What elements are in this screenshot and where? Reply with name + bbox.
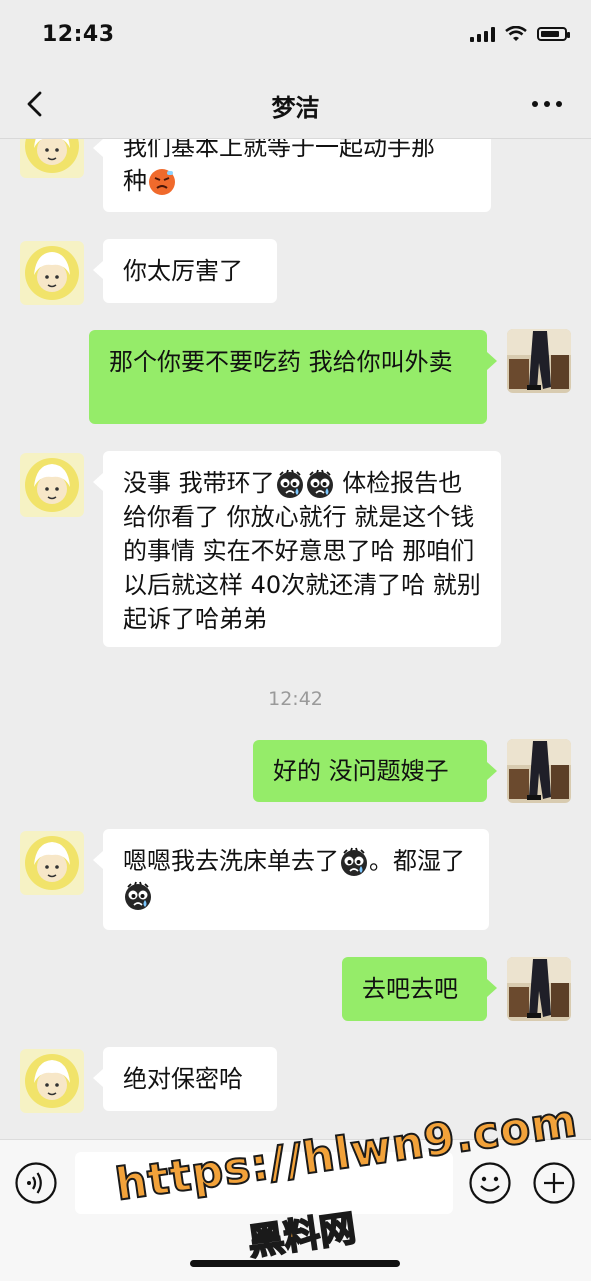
message-bubble-incoming[interactable]: 没事 我带环了 体检报告也给你看了 你放心就行 就是这个钱的事情 实在不好意思了… [93, 451, 501, 647]
crying-face-icon [305, 469, 335, 499]
message-text: 嗯嗯我去洗床单去了 [123, 847, 339, 875]
wifi-icon [505, 26, 527, 41]
message-list[interactable]: 我们基本上就等于一起动手那 种 你太厉害了 那个你要不要吃药 我给你叫外卖 没事… [0, 139, 591, 1139]
home-indicator[interactable] [190, 1260, 400, 1267]
crying-face-icon [123, 881, 153, 911]
message-text: 没事 我带环了 [123, 469, 275, 497]
message-text: 去吧去吧 [362, 975, 458, 1003]
message-bubble-incoming[interactable]: 绝对保密哈 [93, 1047, 277, 1111]
my-avatar[interactable] [507, 329, 571, 393]
nav-bar: 梦洁 [0, 70, 591, 139]
my-avatar[interactable] [507, 957, 571, 1021]
plus-icon[interactable] [532, 1161, 576, 1205]
battery-icon [537, 27, 570, 41]
contact-avatar[interactable] [20, 453, 84, 517]
status-icons [470, 26, 570, 42]
crying-face-icon [339, 847, 369, 877]
message-text: 那个你要不要吃药 我给你叫外卖 [109, 348, 453, 376]
crying-face-icon [275, 469, 305, 499]
message-bubble-outgoing[interactable]: 去吧去吧 [342, 957, 497, 1021]
voice-icon[interactable] [14, 1161, 58, 1205]
contact-avatar[interactable] [20, 831, 84, 895]
cellular-signal-icon [470, 26, 495, 42]
message-text: 我们基本上就等于一起动手那 [123, 139, 435, 161]
message-text: 你太厉害了 [123, 257, 243, 285]
chat-title: 梦洁 [271, 94, 320, 122]
contact-avatar[interactable] [20, 241, 84, 305]
status-bar: 12:43 [0, 0, 591, 70]
contact-avatar[interactable] [20, 1049, 84, 1113]
message-text: 好的 没问题嫂子 [273, 757, 449, 785]
message-text: 绝对保密哈 [123, 1065, 243, 1093]
contact-avatar[interactable] [20, 139, 84, 178]
message-text: 种 [123, 167, 147, 195]
message-bubble-outgoing[interactable]: 那个你要不要吃药 我给你叫外卖 [89, 330, 497, 424]
message-bubble-incoming[interactable]: 你太厉害了 [93, 239, 277, 303]
message-bubble-outgoing[interactable]: 好的 没问题嫂子 [253, 740, 497, 802]
my-avatar[interactable] [507, 739, 571, 803]
message-bubble-incoming[interactable]: 嗯嗯我去洗床单去了 。都湿了 [93, 829, 489, 930]
message-timestamp: 12:42 [268, 688, 323, 710]
angry-face-icon [147, 167, 177, 197]
status-time: 12:43 [42, 22, 115, 47]
smile-icon[interactable] [468, 1161, 512, 1205]
message-text: 。都湿了 [369, 847, 465, 875]
more-dots-icon[interactable] [529, 92, 565, 116]
message-bubble-incoming[interactable]: 我们基本上就等于一起动手那 种 [93, 139, 491, 212]
